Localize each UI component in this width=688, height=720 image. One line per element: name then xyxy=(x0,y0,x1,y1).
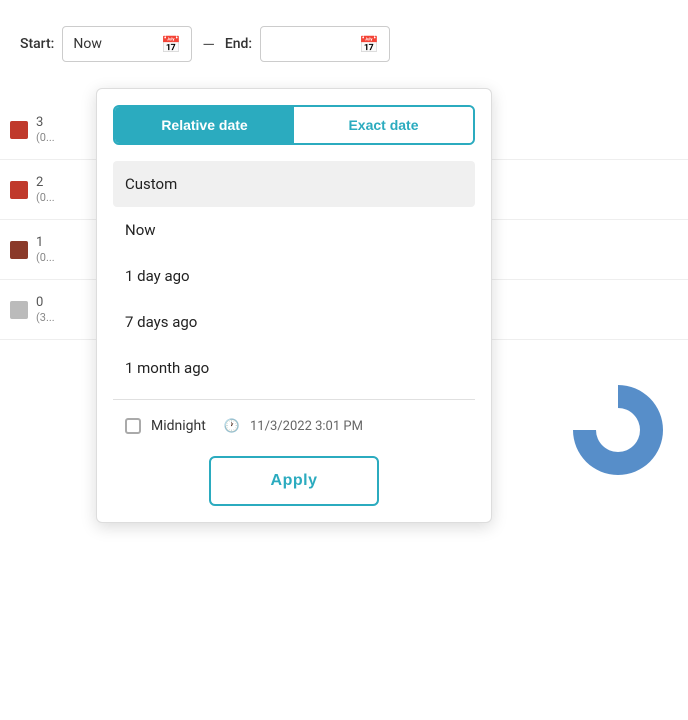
clock-icon: 🕐 xyxy=(224,419,240,434)
start-calendar-icon[interactable]: 📅 xyxy=(161,35,181,54)
dropdown-panel: Relative date Exact date Custom Now 1 da… xyxy=(96,88,492,523)
divider xyxy=(113,399,475,400)
start-label: Start: xyxy=(20,36,54,52)
end-label: End: xyxy=(225,36,252,52)
midnight-checkbox[interactable] xyxy=(125,418,141,434)
midnight-row: Midnight 🕐 11/3/2022 3:01 PM xyxy=(113,408,475,444)
tab-switcher: Relative date Exact date xyxy=(113,105,475,145)
background-donut xyxy=(568,380,668,480)
list-item-1day[interactable]: 1 day ago xyxy=(113,253,475,299)
list-item-custom[interactable]: Custom xyxy=(113,161,475,207)
tab-relative-date[interactable]: Relative date xyxy=(115,107,294,143)
start-input-box[interactable]: Now 📅 xyxy=(62,26,192,62)
midnight-label: Midnight xyxy=(151,418,206,434)
list-item-1month[interactable]: 1 month ago xyxy=(113,345,475,391)
bg-dot-3 xyxy=(10,241,28,259)
datetime-text: 11/3/2022 3:01 PM xyxy=(250,419,363,434)
end-input-box[interactable]: 📅 xyxy=(260,26,390,62)
bg-text-4: 0(3... xyxy=(36,295,55,325)
end-calendar-icon[interactable]: 📅 xyxy=(359,35,379,54)
bg-text-1: 3(0... xyxy=(36,115,55,145)
bg-dot-4 xyxy=(10,301,28,319)
start-value: Now xyxy=(73,36,155,52)
list-item-7days[interactable]: 7 days ago xyxy=(113,299,475,345)
apply-btn-row: Apply xyxy=(113,456,475,506)
bg-text-2: 2(0... xyxy=(36,175,55,205)
bg-dot-1 xyxy=(10,121,28,139)
bg-text-3: 1(0... xyxy=(36,235,55,265)
bg-dot-2 xyxy=(10,181,28,199)
list-item-now[interactable]: Now xyxy=(113,207,475,253)
apply-button[interactable]: Apply xyxy=(209,456,380,506)
tab-exact-date[interactable]: Exact date xyxy=(294,107,473,143)
header-bar: Start: Now 📅 — End: 📅 xyxy=(0,18,688,70)
separator: — xyxy=(202,35,215,54)
